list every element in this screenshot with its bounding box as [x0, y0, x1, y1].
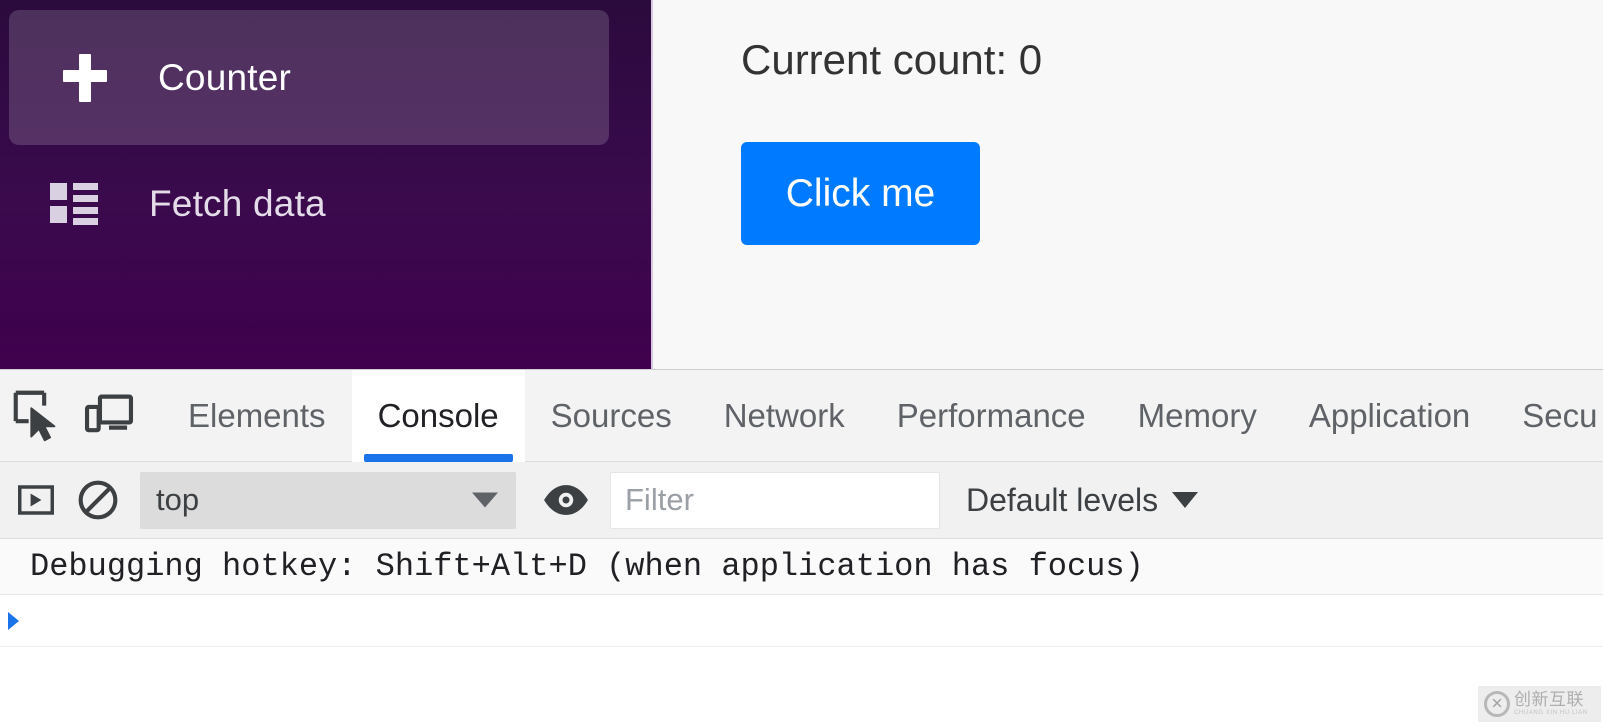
clear-console-icon[interactable] — [72, 474, 124, 526]
console-message-row[interactable]: Debugging hotkey: Shift+Alt+D (when appl… — [0, 539, 1603, 595]
console-filter-input[interactable] — [610, 471, 940, 529]
console-message-text: Debugging hotkey: Shift+Alt+D (when appl… — [30, 548, 1144, 585]
watermark: 创新互联 CHUANG XIN HU LIAN — [1478, 686, 1601, 722]
console-toolbar: top Default levels — [0, 462, 1603, 539]
tab-security[interactable]: Secu — [1496, 370, 1603, 462]
tab-elements[interactable]: Elements — [162, 370, 352, 462]
console-message-list: Debugging hotkey: Shift+Alt+D (when appl… — [0, 539, 1603, 728]
devtools-panel: Elements Console Sources Network Perform… — [0, 369, 1603, 728]
current-count-heading: Current count: 0 — [741, 36, 1043, 83]
sidebar-item-label-counter: Counter — [158, 57, 292, 98]
sidebar-item-label-fetch-data: Fetch data — [149, 182, 326, 224]
watermark-cn-label: 创新互联 — [1514, 690, 1584, 710]
console-sidebar-toggle-icon[interactable] — [10, 474, 62, 526]
log-levels-label: Default levels — [966, 481, 1159, 518]
watermark-text: 创新互联 CHUANG XIN HU LIAN — [1514, 690, 1588, 717]
sidebar-nav-list: Counter Fetch data — [0, 0, 651, 245]
device-toolbar-icon[interactable] — [78, 385, 140, 447]
log-levels-button[interactable]: Default levels — [960, 482, 1204, 519]
console-input[interactable] — [31, 602, 1603, 639]
sidebar-item-fetch-data[interactable]: Fetch data — [0, 161, 651, 245]
live-expression-eye-icon[interactable] — [538, 472, 594, 528]
execution-context-value: top — [156, 482, 200, 517]
chevron-down-icon — [472, 492, 498, 508]
devtools-tab-list: Elements Console Sources Network Perform… — [162, 369, 1603, 462]
plus-icon — [59, 52, 111, 104]
inspect-element-icon[interactable] — [8, 385, 70, 447]
devtools-tabbar: Elements Console Sources Network Perform… — [0, 369, 1603, 462]
prompt-chevron-icon — [8, 611, 19, 630]
chevron-down-icon — [1172, 492, 1199, 508]
list-grid-icon — [50, 181, 102, 225]
blazor-app-area: Counter Fetch data Current count: 0 Clic… — [0, 0, 1603, 369]
tab-application[interactable]: Application — [1283, 370, 1496, 462]
app-main-content: Current count: 0 Click me — [655, 0, 1603, 369]
app-sidebar: Counter Fetch data — [0, 0, 653, 369]
tab-console[interactable]: Console — [351, 369, 525, 462]
tab-network[interactable]: Network — [698, 370, 871, 462]
tab-sources[interactable]: Sources — [525, 370, 698, 462]
watermark-pinyin-label: CHUANG XIN HU LIAN — [1514, 710, 1588, 716]
execution-context-select[interactable]: top — [140, 471, 516, 529]
watermark-logo-icon — [1484, 691, 1510, 717]
screenshot-root: Counter Fetch data Current count: 0 Clic… — [0, 0, 1603, 728]
tab-memory[interactable]: Memory — [1112, 370, 1283, 462]
console-prompt-row[interactable] — [0, 595, 1603, 647]
tab-performance[interactable]: Performance — [871, 370, 1112, 462]
click-me-button[interactable]: Click me — [741, 142, 980, 245]
sidebar-item-counter[interactable]: Counter — [9, 10, 609, 145]
